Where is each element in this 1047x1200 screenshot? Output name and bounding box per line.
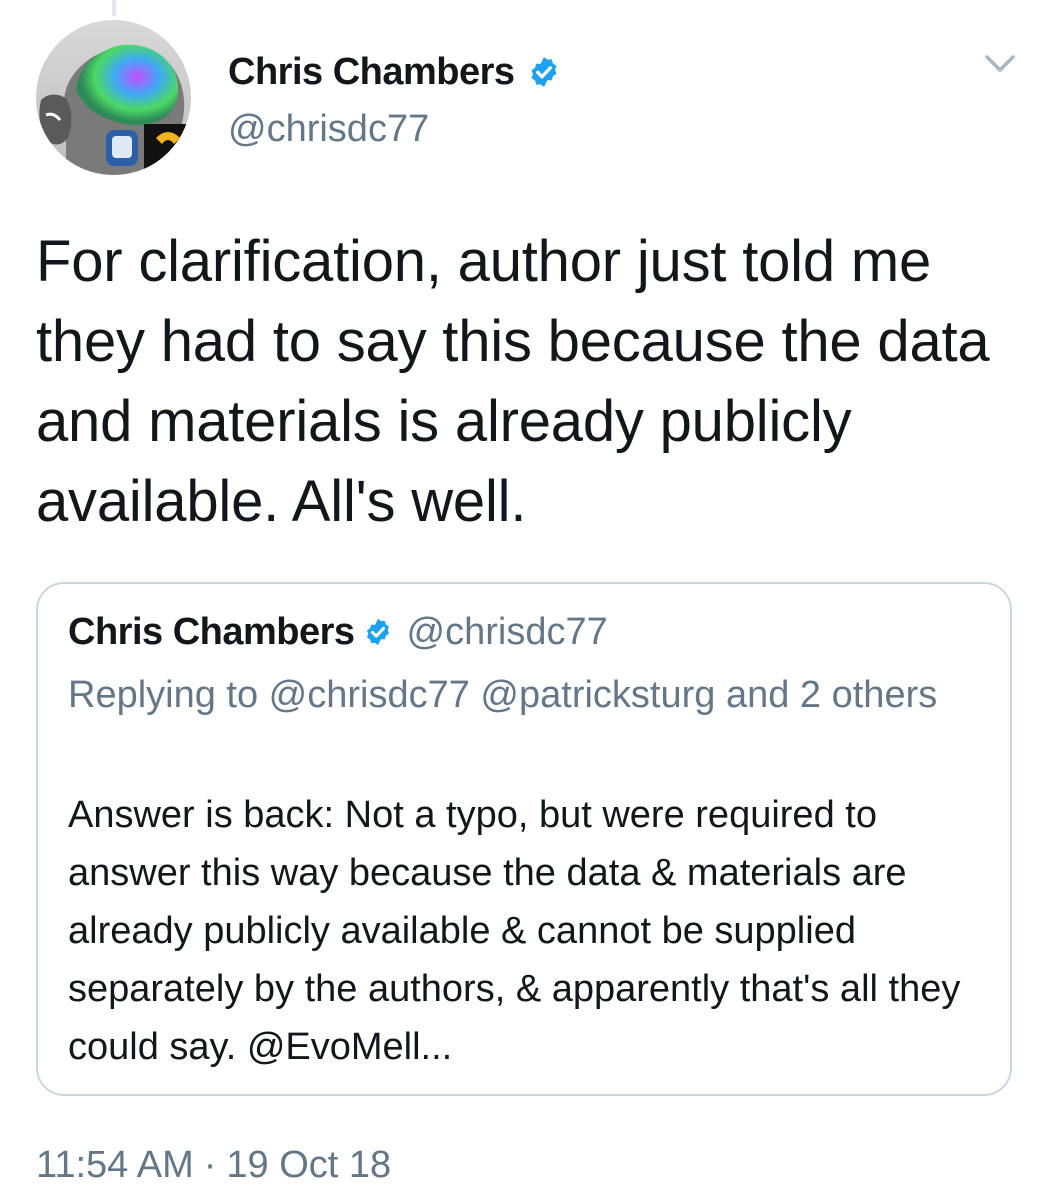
quoted-author-handle: @chrisdc77 xyxy=(406,610,608,653)
quoted-tweet-header: Chris Chambers @chrisdc77 xyxy=(68,606,608,658)
quoted-tweet-card[interactable]: Chris Chambers @chrisdc77 Replying to @c… xyxy=(36,582,1012,1096)
avatar[interactable] xyxy=(36,20,191,175)
author-name-row[interactable]: Chris Chambers xyxy=(228,48,561,96)
verified-badge-icon xyxy=(366,618,389,646)
author-display-name[interactable]: Chris Chambers xyxy=(228,51,515,94)
timestamp-separator: · xyxy=(203,1143,217,1186)
tweet-time[interactable]: 11:54 AM xyxy=(36,1144,194,1187)
author-handle[interactable]: @chrisdc77 xyxy=(228,108,429,151)
quoted-replying-to: Replying to @chrisdc77 @patricksturg and… xyxy=(68,674,938,716)
quoted-author-name: Chris Chambers xyxy=(68,610,355,653)
avatar-image xyxy=(36,20,191,175)
thread-connector-line xyxy=(112,0,116,16)
tweet-date[interactable]: 19 Oct 18 xyxy=(226,1144,391,1187)
quoted-tweet-text: Answer is back: Not a typo, but were req… xyxy=(68,794,961,1068)
tweet-text: For clarification, author just told me t… xyxy=(36,229,990,534)
verified-badge-icon xyxy=(531,57,557,87)
tweet-timestamp[interactable]: 11:54 AM · 19 Oct 18 xyxy=(36,1140,391,1190)
chevron-down-icon[interactable] xyxy=(983,52,1017,76)
